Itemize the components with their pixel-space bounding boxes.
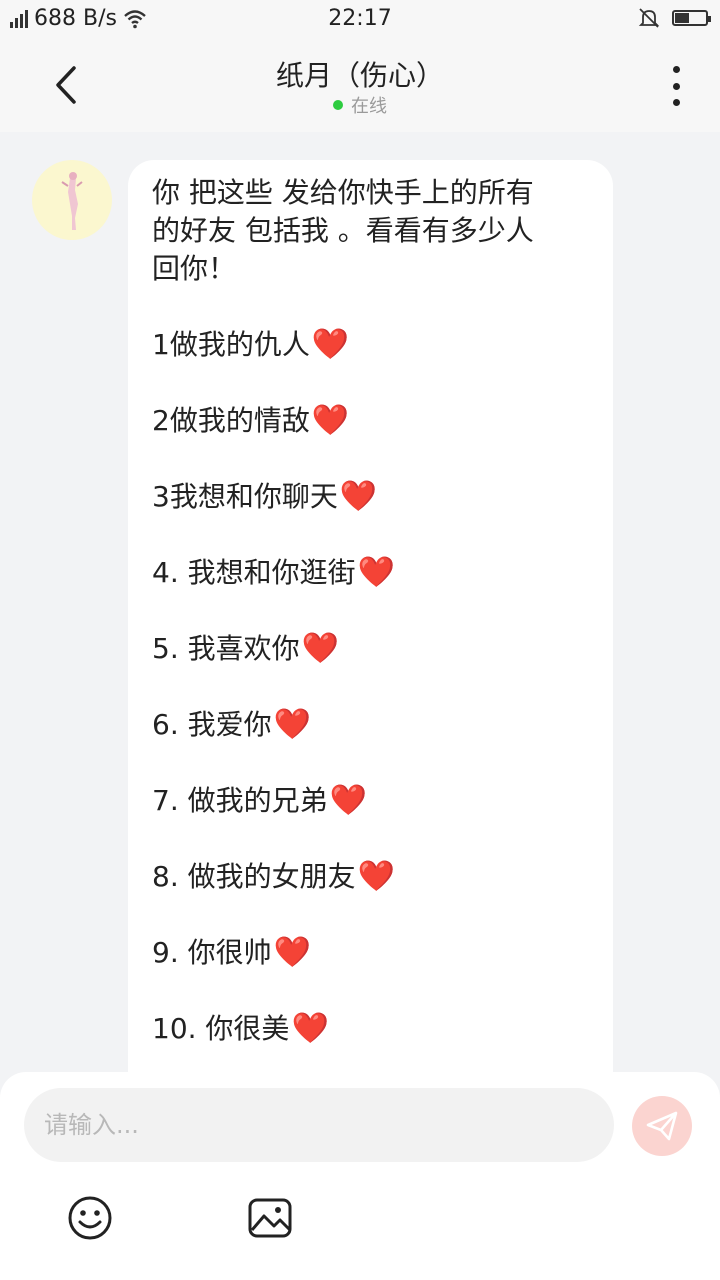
heart-emoji: ❤️ <box>357 555 395 590</box>
heart-emoji: ❤️ <box>311 403 350 438</box>
avatar-image <box>61 172 83 230</box>
list-item: 3我想和你聊天❤️ <box>152 478 597 516</box>
heart-emoji: ❤️ <box>273 707 311 742</box>
list-item: 2做我的情敌❤️ <box>152 402 597 440</box>
status-right <box>638 7 711 29</box>
status-bar: 688 B/s 22:17 <box>0 0 720 38</box>
battery-fill <box>675 13 689 23</box>
heart-emoji: ❤️ <box>329 783 367 818</box>
list-item: 10. 你很美❤️ <box>152 1010 597 1048</box>
heart-emoji: ❤️ <box>339 479 378 514</box>
message-input[interactable]: 请输入... <box>24 1088 614 1162</box>
heart-emoji: ❤️ <box>273 935 311 970</box>
message-intro-line: 回你！ <box>152 252 237 285</box>
message-bubble[interactable]: 你 把这些 发给你快手上的所有 的好友 包括我 。看看有多少人 回你！ 1做我的… <box>128 160 613 1072</box>
list-item-text: 2做我的情敌 <box>152 404 310 437</box>
list-item: 4. 我想和你逛街❤️ <box>152 554 597 592</box>
contact-name: 纸月（伤心） <box>275 59 444 92</box>
list-item: 1做我的仇人❤️ <box>152 326 597 364</box>
list-item: 6. 我爱你❤️ <box>152 706 597 744</box>
send-icon <box>646 1111 678 1141</box>
bell-off-icon <box>638 8 660 28</box>
list-item: 5. 我喜欢你❤️ <box>152 630 597 668</box>
online-dot <box>333 100 343 110</box>
image-icon[interactable] <box>246 1194 294 1242</box>
list-item-text: 6. 我爱你 <box>152 708 272 741</box>
list-item: 7. 做我的兄弟❤️ <box>152 782 597 820</box>
message-intro-line: 你 把这些 发给你快手上的所有 <box>152 176 534 209</box>
avatar[interactable] <box>32 160 112 240</box>
list-item-text: 5. 我喜欢你 <box>152 632 300 665</box>
battery-icon <box>672 10 711 26</box>
online-status: 在线 <box>0 92 720 118</box>
list-item-text: 1做我的仇人 <box>152 328 310 361</box>
more-options-icon[interactable] <box>664 66 688 106</box>
list-item-text: 9. 你很帅 <box>152 936 272 969</box>
emoji-icon[interactable] <box>66 1194 114 1242</box>
list-item-text: 10. 你很美 <box>152 1012 290 1045</box>
send-button[interactable] <box>632 1096 692 1156</box>
heart-emoji: ❤️ <box>311 327 350 362</box>
heart-emoji: ❤️ <box>357 859 395 894</box>
heart-emoji: ❤️ <box>291 1011 329 1046</box>
message-intro-line: 的好友 包括我 。看看有多少人 <box>152 214 534 247</box>
message-list[interactable]: 你 把这些 发给你快手上的所有 的好友 包括我 。看看有多少人 回你！ 1做我的… <box>0 132 720 1072</box>
list-item-text: 8. 做我的女朋友 <box>152 860 356 893</box>
list-item-text: 7. 做我的兄弟 <box>152 784 328 817</box>
online-status-label: 在线 <box>351 96 387 117</box>
list-item-text: 4. 我想和你逛街 <box>152 556 356 589</box>
list-item: 9. 你很帅❤️ <box>152 934 597 972</box>
clock: 22:17 <box>328 6 392 31</box>
heart-emoji: ❤️ <box>301 631 339 666</box>
list-item: 8. 做我的女朋友❤️ <box>152 858 597 896</box>
chat-header: 纸月（伤心） 在线 <box>0 38 720 132</box>
list-item-text: 3我想和你聊天 <box>152 480 338 513</box>
composer: 请输入... <box>0 1072 720 1280</box>
